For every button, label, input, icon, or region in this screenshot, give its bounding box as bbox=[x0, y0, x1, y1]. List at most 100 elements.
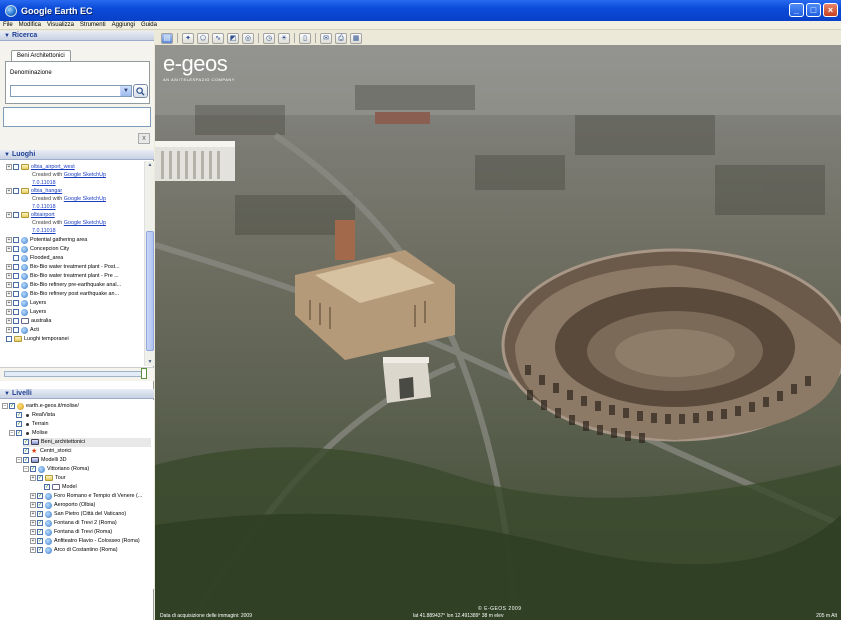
expand-icon[interactable]: + bbox=[30, 547, 36, 554]
checkbox[interactable] bbox=[13, 264, 19, 271]
list-item[interactable]: + Layers bbox=[6, 299, 46, 308]
list-item[interactable]: + ✓ Fontana di Trevi 2 (Roma) bbox=[30, 519, 117, 528]
chevron-down-icon[interactable]: ▼ bbox=[120, 86, 131, 96]
checkbox[interactable]: ✓ bbox=[37, 493, 43, 500]
menu-strumenti[interactable]: Strumenti bbox=[77, 21, 109, 30]
expand-icon[interactable]: + bbox=[30, 475, 36, 482]
expand-icon[interactable]: + bbox=[6, 164, 12, 171]
scroll-down-icon[interactable]: ▼ bbox=[146, 358, 154, 366]
view-in-maps-button[interactable]: ▦ bbox=[350, 32, 362, 44]
list-item[interactable]: + ✓ San Pietro (Città del Vaticano) bbox=[30, 510, 126, 519]
earth-3d-view[interactable]: e-geos AN ASI/TELESPAZIO COMPANY © E-GEO… bbox=[155, 45, 841, 620]
arco-di-costantino-model[interactable] bbox=[383, 357, 431, 403]
list-item[interactable]: + ✓ Arco di Costantino (Roma) bbox=[30, 546, 118, 555]
print-button[interactable]: ⎙ bbox=[335, 32, 347, 44]
record-tour-button[interactable]: ◎ bbox=[242, 32, 254, 44]
list-item[interactable]: + Bio-Bio refinery pre-earthquake anal... bbox=[6, 281, 121, 290]
list-item[interactable]: + ✓ Fontana di Trevi (Roma) bbox=[30, 528, 112, 537]
expand-icon[interactable]: + bbox=[6, 327, 12, 334]
list-item[interactable]: − ✓ Molise bbox=[9, 429, 48, 438]
add-placemark-button[interactable]: ✦ bbox=[182, 32, 194, 44]
add-overlay-button[interactable]: ◩ bbox=[227, 32, 239, 44]
places-panel-header[interactable]: ▼ Luoghi bbox=[0, 150, 154, 160]
list-item[interactable]: Flooded_area bbox=[13, 254, 63, 263]
checkbox[interactable] bbox=[6, 336, 12, 343]
checkbox[interactable]: ✓ bbox=[37, 547, 43, 554]
checkbox[interactable]: ✓ bbox=[37, 520, 43, 527]
checkbox[interactable] bbox=[13, 282, 19, 289]
close-search-button[interactable]: x bbox=[138, 133, 150, 144]
checkbox[interactable] bbox=[13, 291, 19, 298]
sidebar-toggle-button[interactable]: ▤ bbox=[161, 32, 173, 44]
list-item[interactable]: + Potential gathering area bbox=[6, 236, 87, 245]
checkbox[interactable] bbox=[13, 188, 19, 195]
list-item[interactable]: + ✓ Aeroporto (Olbia) bbox=[30, 501, 95, 510]
checkbox[interactable]: ✓ bbox=[16, 412, 22, 419]
scroll-thumb[interactable] bbox=[146, 231, 154, 351]
list-item[interactable]: − ✓ earth.e-geos.it/molise/ bbox=[2, 402, 79, 411]
checkbox[interactable] bbox=[13, 309, 19, 316]
list-item[interactable]: ✓ ★ Centri_storici bbox=[23, 447, 71, 456]
menu-aggiungi[interactable]: Aggiungi bbox=[109, 21, 138, 30]
checkbox[interactable] bbox=[13, 164, 19, 171]
expand-icon[interactable]: + bbox=[30, 511, 36, 518]
checkbox[interactable] bbox=[13, 273, 19, 280]
menu-modifica[interactable]: Modifica bbox=[16, 21, 44, 30]
menu-visualizza[interactable]: Visualizza bbox=[44, 21, 77, 30]
collapse-icon[interactable]: − bbox=[16, 457, 22, 464]
expand-icon[interactable]: + bbox=[6, 282, 12, 289]
tempio-di-venere-model[interactable] bbox=[295, 220, 455, 360]
checkbox[interactable]: ✓ bbox=[16, 421, 22, 428]
checkbox[interactable]: ✓ bbox=[37, 511, 43, 518]
minimize-button[interactable]: _ bbox=[789, 3, 804, 17]
checkbox[interactable]: ✓ bbox=[30, 466, 36, 473]
sunlight-button[interactable]: ☀ bbox=[278, 32, 290, 44]
list-item-selected[interactable]: ✓ Beni_architettonici bbox=[23, 438, 151, 447]
list-item[interactable]: Luoghi temporanei bbox=[6, 335, 69, 344]
denominazione-combobox[interactable]: ▼ bbox=[10, 85, 132, 97]
checkbox[interactable] bbox=[13, 318, 19, 325]
expand-icon[interactable]: + bbox=[6, 188, 12, 195]
expand-icon[interactable]: + bbox=[30, 529, 36, 536]
expand-icon[interactable]: + bbox=[6, 246, 12, 253]
list-item[interactable]: ✓ Model bbox=[44, 483, 77, 492]
checkbox[interactable]: ✓ bbox=[44, 484, 50, 491]
collapse-icon[interactable]: − bbox=[2, 403, 8, 410]
checkbox[interactable]: ✓ bbox=[37, 529, 43, 536]
list-item[interactable]: + Layers bbox=[6, 308, 46, 317]
list-item[interactable]: + ✓ Foro Romano e Tempio di Venere (... bbox=[30, 492, 142, 501]
checkbox[interactable]: ✓ bbox=[23, 448, 29, 455]
ruler-button[interactable]: ▯ bbox=[299, 32, 311, 44]
list-item[interactable]: ✓ Terrain bbox=[16, 420, 48, 429]
close-window-button[interactable]: × bbox=[823, 3, 838, 17]
expand-icon[interactable]: + bbox=[6, 264, 12, 271]
opacity-slider-handle[interactable] bbox=[141, 368, 147, 379]
colosseo-model[interactable] bbox=[501, 248, 841, 443]
maximize-button[interactable]: □ bbox=[806, 3, 821, 17]
checkbox[interactable]: ✓ bbox=[16, 430, 22, 437]
menu-file[interactable]: File bbox=[0, 21, 16, 30]
layers-panel-header[interactable]: ▼ Livelli bbox=[0, 389, 154, 399]
menu-guida[interactable]: Guida bbox=[138, 21, 160, 30]
opacity-slider[interactable] bbox=[4, 371, 144, 377]
expand-icon[interactable]: + bbox=[30, 538, 36, 545]
collapse-icon[interactable]: − bbox=[9, 430, 15, 437]
list-item[interactable]: − ✓ Modelli 3D bbox=[16, 456, 66, 465]
expand-icon[interactable]: + bbox=[6, 212, 12, 219]
list-item[interactable]: + ✓ Tour bbox=[30, 474, 66, 483]
scroll-up-icon[interactable]: ▲ bbox=[146, 161, 154, 169]
checkbox[interactable] bbox=[13, 300, 19, 307]
list-item[interactable]: − ✓ Vittoriano (Roma) bbox=[23, 465, 89, 474]
search-button[interactable] bbox=[133, 84, 148, 98]
list-item[interactable]: + Bio-Bio water treatment plant - Pre ... bbox=[6, 272, 119, 281]
expand-icon[interactable]: + bbox=[6, 309, 12, 316]
expand-icon[interactable]: + bbox=[6, 237, 12, 244]
checkbox[interactable]: ✓ bbox=[37, 538, 43, 545]
places-scrollbar[interactable]: ▲ ▼ bbox=[144, 161, 154, 366]
checkbox[interactable]: ✓ bbox=[37, 475, 43, 482]
add-polygon-button[interactable]: ⬠ bbox=[197, 32, 209, 44]
checkbox[interactable] bbox=[13, 212, 19, 219]
historical-imagery-button[interactable]: ◷ bbox=[263, 32, 275, 44]
checkbox[interactable]: ✓ bbox=[9, 403, 15, 410]
add-path-button[interactable]: ∿ bbox=[212, 32, 224, 44]
